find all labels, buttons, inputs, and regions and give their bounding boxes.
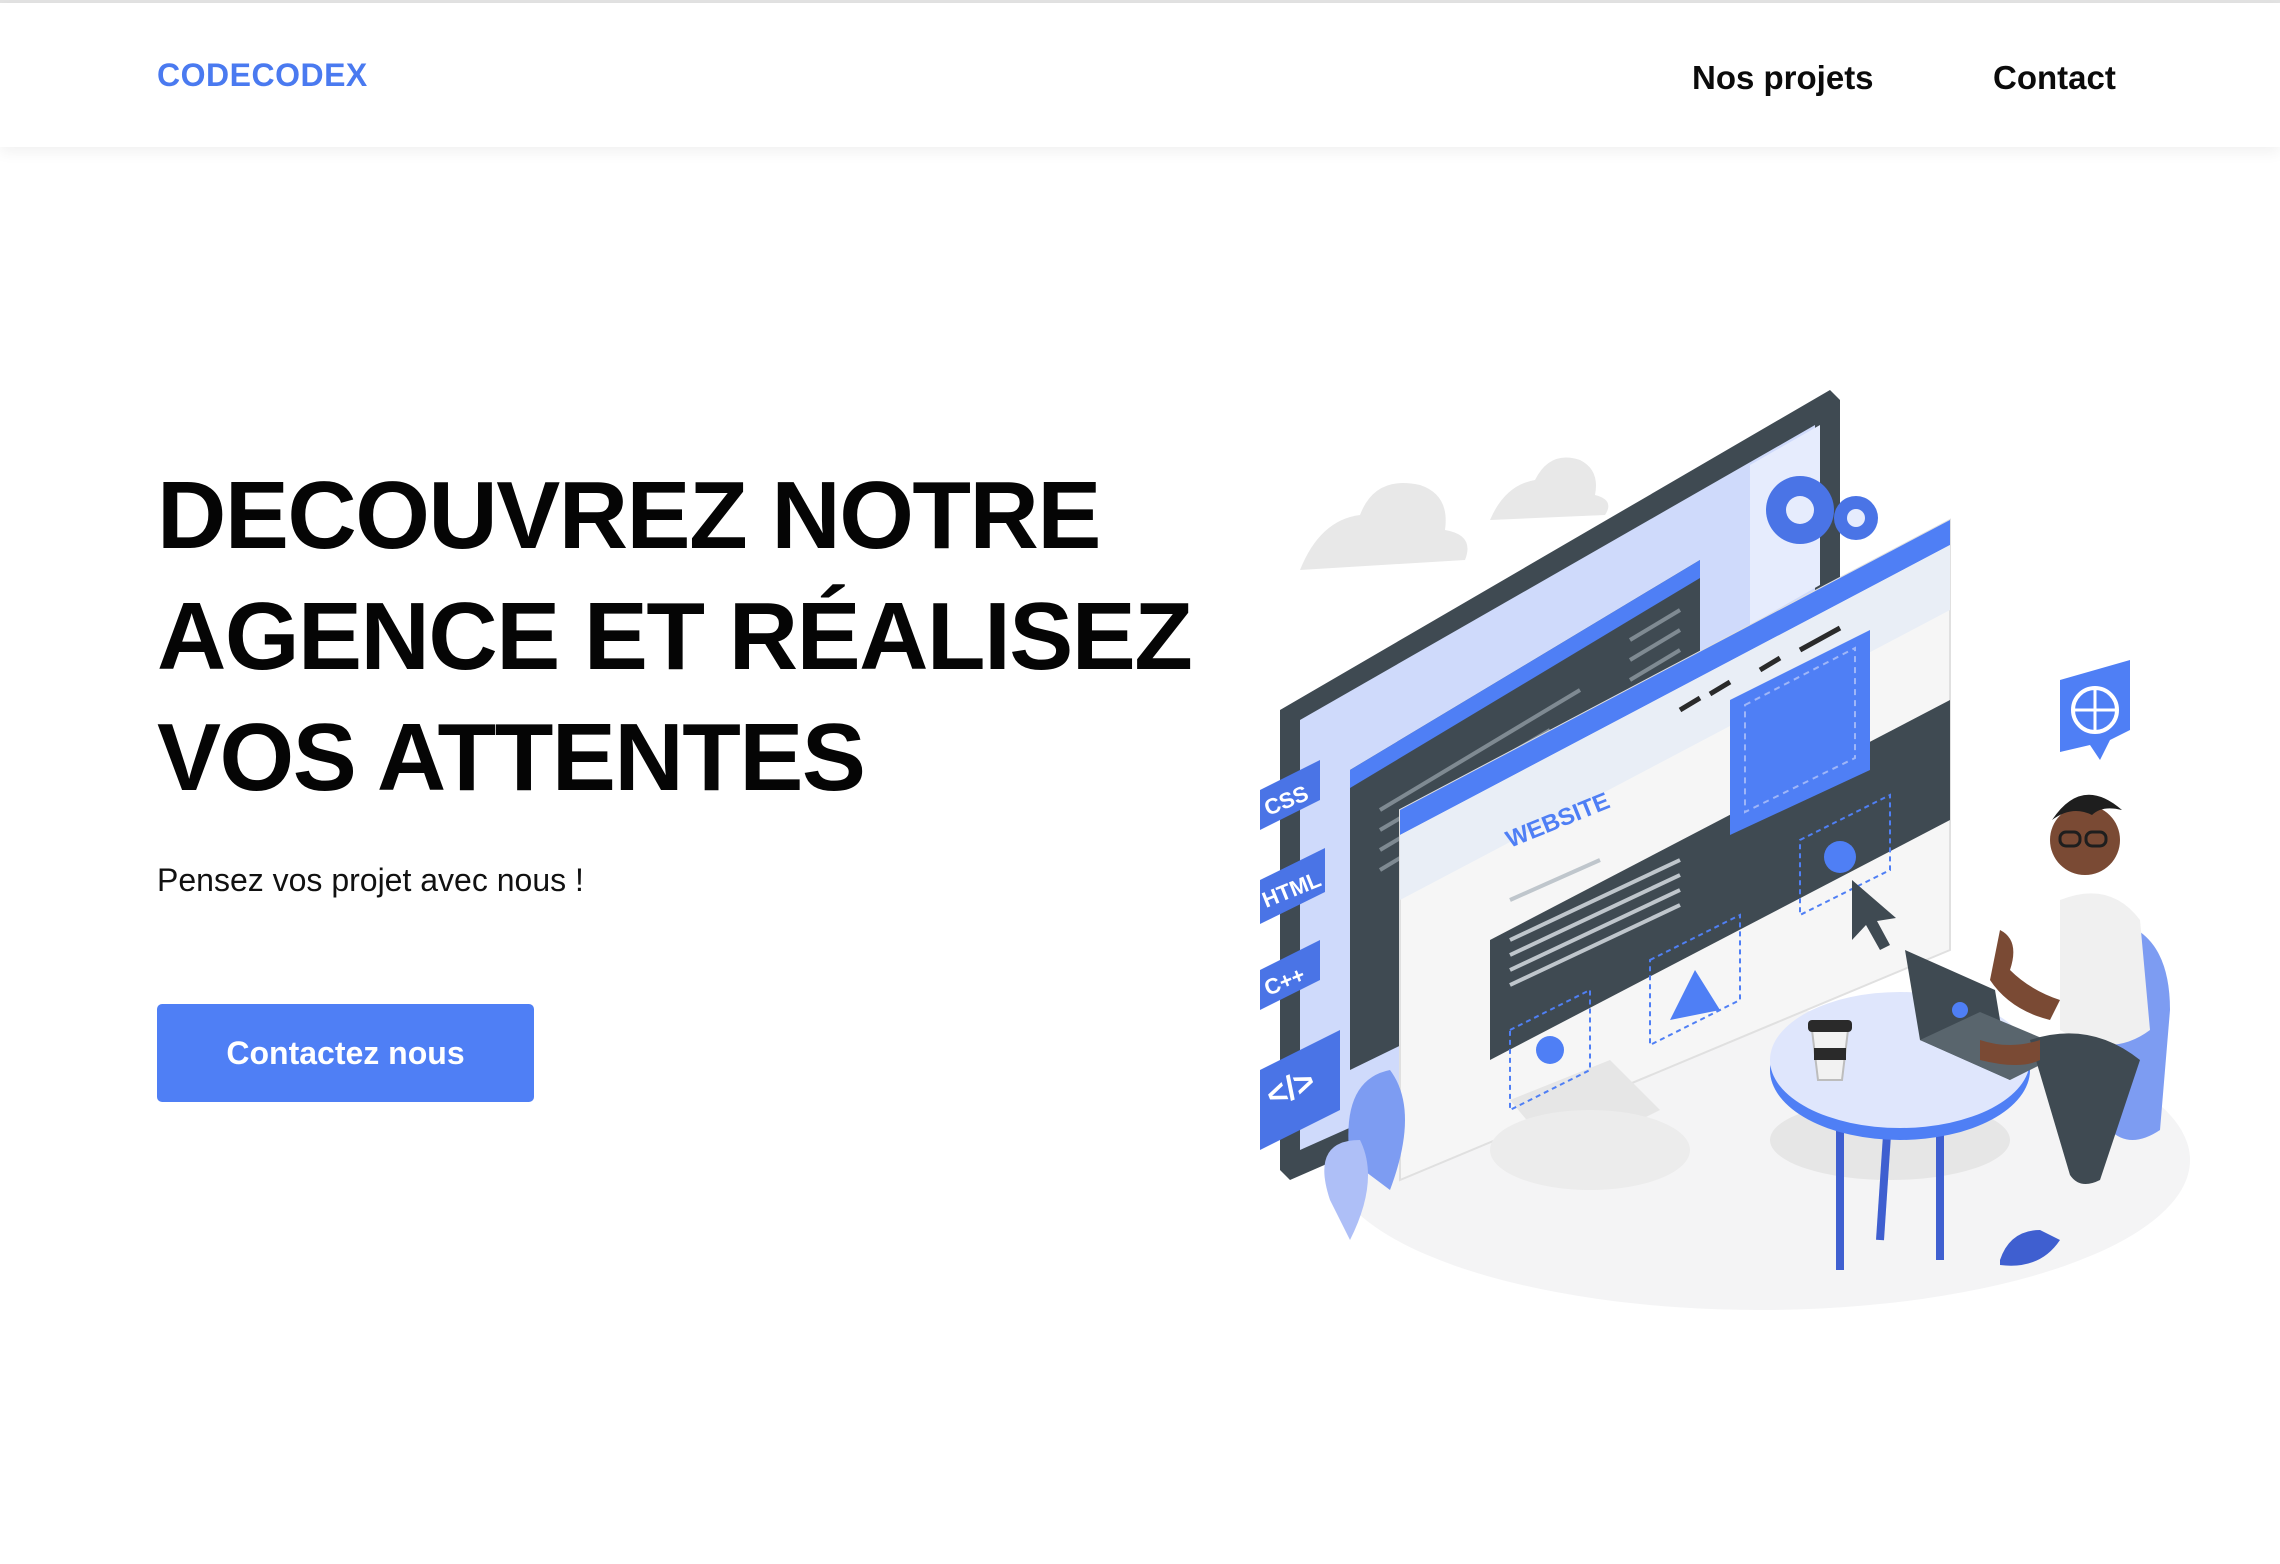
web-development-illustration: WEBSITE CSS HTML C++ </>: [1259, 390, 2190, 1310]
navbar: CODECODEX Nos projets Contact: [0, 3, 2280, 147]
hero-subtitle: Pensez vos projet avec nous !: [157, 862, 584, 898]
hero-title-line-1: DECOUVREZ NOTRE: [157, 462, 1101, 569]
nav-link-projects[interactable]: Nos projets: [1692, 59, 1874, 97]
gear-icon: [1766, 476, 1878, 544]
hero-title-line-3: VOS ATTENTES: [157, 704, 866, 811]
hero-title: DECOUVREZ NOTRE AGENCE ET RÉALISEZ VOS A…: [157, 455, 1197, 818]
hero-title-line-2: AGENCE ET RÉALISEZ: [157, 583, 1193, 690]
brand-logo[interactable]: CODECODEX: [157, 57, 368, 94]
contact-us-button[interactable]: Contactez nous: [157, 1004, 534, 1102]
nav-link-contact[interactable]: Contact: [1993, 59, 2116, 97]
globe-icon: [2060, 660, 2130, 760]
